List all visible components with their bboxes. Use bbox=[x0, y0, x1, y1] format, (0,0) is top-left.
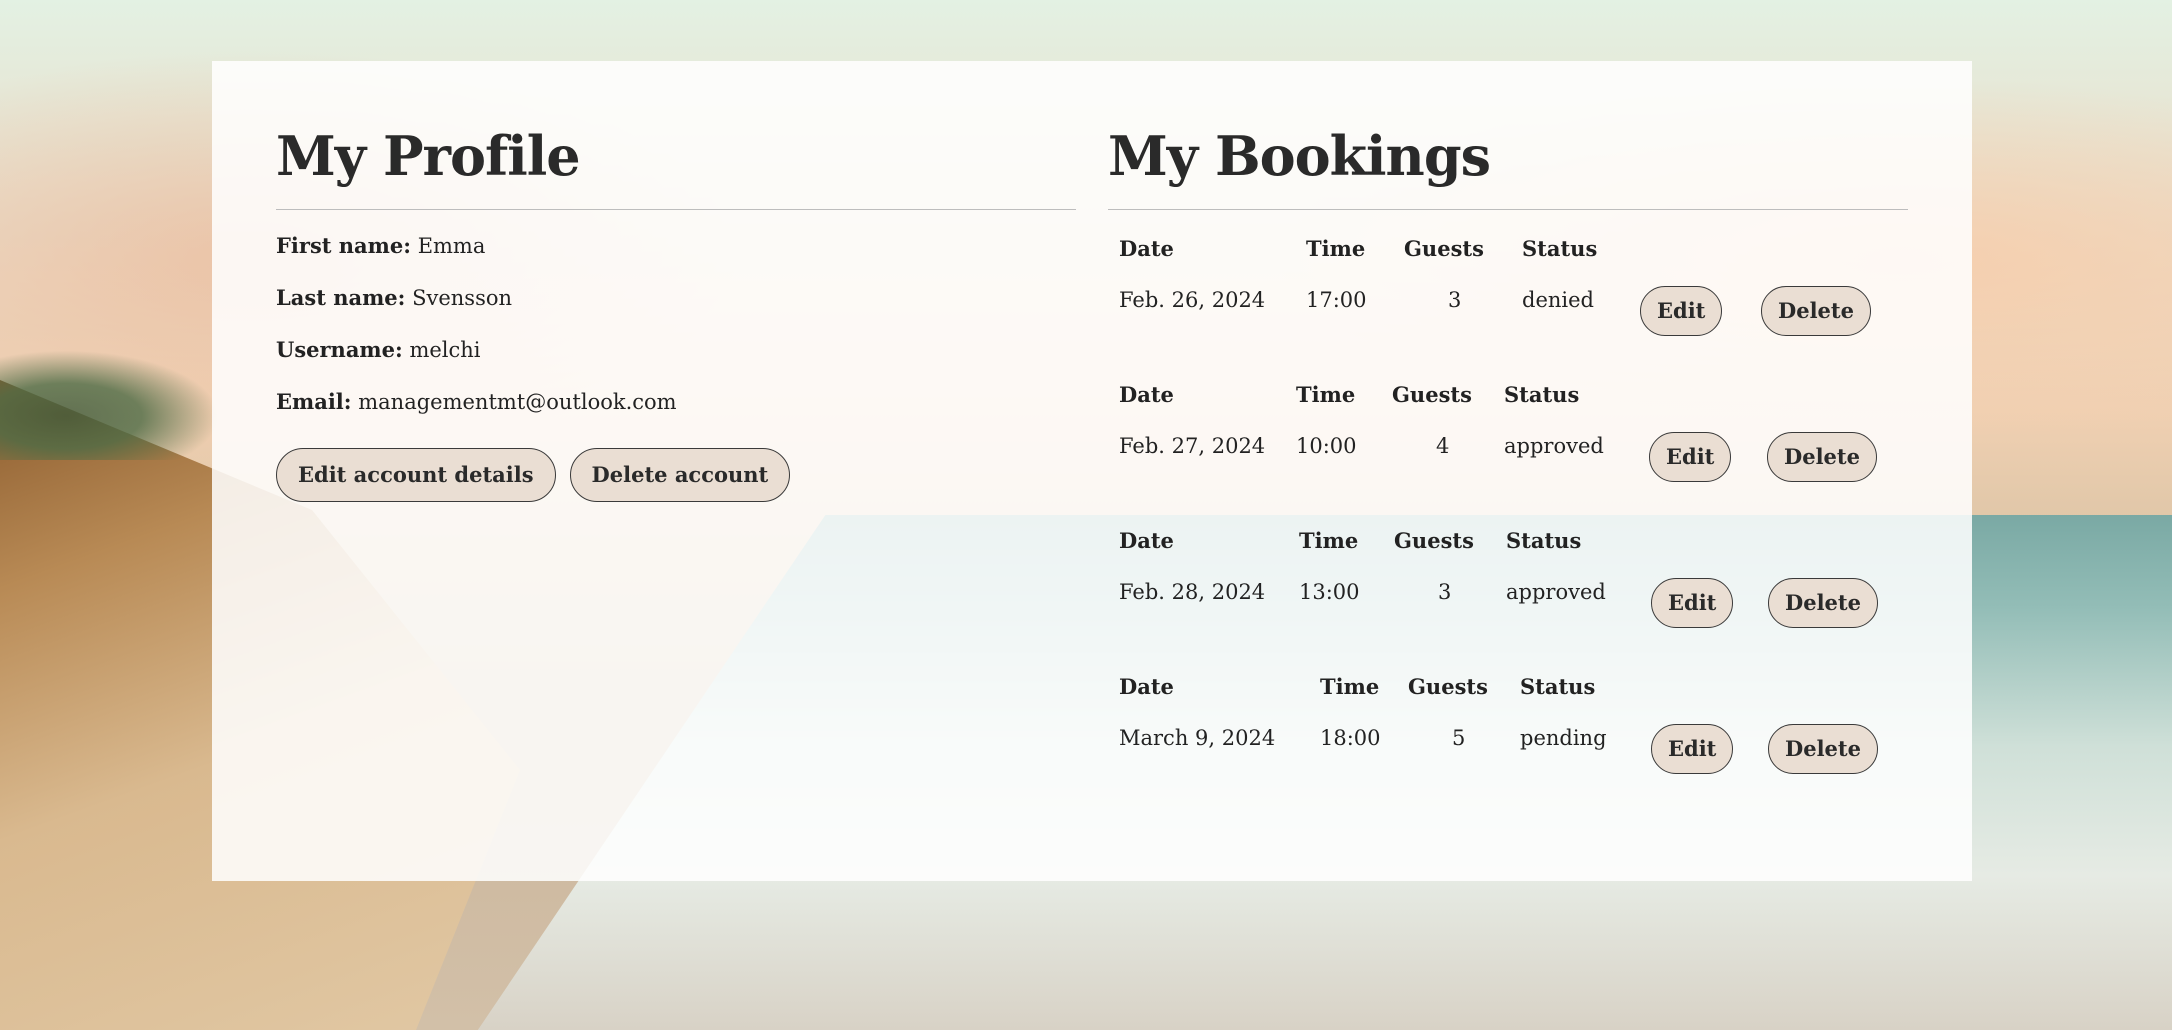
delete-booking-button[interactable]: Delete bbox=[1767, 432, 1877, 482]
last-name-value: Svensson bbox=[412, 286, 513, 310]
time-header: Time bbox=[1296, 382, 1356, 407]
edit-booking-button[interactable]: Edit bbox=[1651, 578, 1734, 628]
edit-account-button[interactable]: Edit account details bbox=[276, 448, 556, 502]
guests-header: Guests bbox=[1394, 528, 1474, 553]
date-header: Date bbox=[1119, 528, 1174, 553]
username-row: Username: melchi bbox=[276, 336, 1076, 364]
booking-status: pending bbox=[1520, 726, 1607, 750]
time-header: Time bbox=[1306, 236, 1366, 261]
guests-header: Guests bbox=[1404, 236, 1484, 261]
time-header: Time bbox=[1299, 528, 1359, 553]
delete-booking-button[interactable]: Delete bbox=[1768, 578, 1878, 628]
booking-item: Date Time Guests Status Feb. 27, 2024 10… bbox=[1108, 382, 1908, 528]
booking-date: Feb. 26, 2024 bbox=[1119, 288, 1266, 312]
status-header: Status bbox=[1506, 528, 1582, 553]
date-header: Date bbox=[1119, 382, 1174, 407]
booking-status: denied bbox=[1522, 288, 1594, 312]
username-label: Username: bbox=[276, 337, 403, 362]
delete-booking-button[interactable]: Delete bbox=[1761, 286, 1871, 336]
booking-date: March 9, 2024 bbox=[1119, 726, 1276, 750]
last-name-label: Last name: bbox=[276, 285, 406, 310]
email-label: Email: bbox=[276, 389, 352, 414]
edit-booking-button[interactable]: Edit bbox=[1649, 432, 1732, 482]
edit-booking-button[interactable]: Edit bbox=[1651, 724, 1734, 774]
status-header: Status bbox=[1520, 674, 1596, 699]
profile-actions: Edit account details Delete account bbox=[276, 448, 1076, 502]
bookings-section: My Bookings Date Time Guests Status Feb.… bbox=[1108, 61, 1908, 820]
date-header: Date bbox=[1119, 674, 1174, 699]
booking-item: Date Time Guests Status March 9, 2024 18… bbox=[1108, 674, 1908, 820]
booking-guests: 3 bbox=[1438, 580, 1452, 604]
profile-section: My Profile First name: Emma Last name: S… bbox=[276, 61, 1076, 502]
booking-time: 13:00 bbox=[1299, 580, 1360, 604]
time-header: Time bbox=[1320, 674, 1380, 699]
booking-date: Feb. 27, 2024 bbox=[1119, 434, 1266, 458]
email-value: managementmt@outlook.com bbox=[358, 390, 677, 414]
booking-date: Feb. 28, 2024 bbox=[1119, 580, 1266, 604]
bookings-title: My Bookings bbox=[1108, 61, 1908, 210]
booking-status: approved bbox=[1504, 434, 1604, 458]
booking-item: Date Time Guests Status Feb. 26, 2024 17… bbox=[1108, 236, 1908, 382]
booking-status: approved bbox=[1506, 580, 1606, 604]
last-name-row: Last name: Svensson bbox=[276, 284, 1076, 312]
edit-booking-button[interactable]: Edit bbox=[1640, 286, 1723, 336]
first-name-row: First name: Emma bbox=[276, 232, 1076, 260]
booking-time: 18:00 bbox=[1320, 726, 1381, 750]
status-header: Status bbox=[1504, 382, 1580, 407]
background-palm-trees bbox=[0, 350, 220, 460]
booking-guests: 4 bbox=[1436, 434, 1450, 458]
profile-title: My Profile bbox=[276, 61, 1076, 210]
booking-time: 10:00 bbox=[1296, 434, 1357, 458]
first-name-value: Emma bbox=[417, 234, 486, 258]
first-name-label: First name: bbox=[276, 233, 411, 258]
booking-guests: 5 bbox=[1452, 726, 1466, 750]
delete-account-button[interactable]: Delete account bbox=[569, 448, 791, 502]
content-card: My Profile First name: Emma Last name: S… bbox=[212, 61, 1972, 881]
booking-guests: 3 bbox=[1448, 288, 1462, 312]
username-value: melchi bbox=[409, 338, 481, 362]
guests-header: Guests bbox=[1408, 674, 1488, 699]
date-header: Date bbox=[1119, 236, 1174, 261]
delete-booking-button[interactable]: Delete bbox=[1768, 724, 1878, 774]
booking-item: Date Time Guests Status Feb. 28, 2024 13… bbox=[1108, 528, 1908, 674]
status-header: Status bbox=[1522, 236, 1598, 261]
booking-time: 17:00 bbox=[1306, 288, 1367, 312]
email-row: Email: managementmt@outlook.com bbox=[276, 388, 1076, 416]
guests-header: Guests bbox=[1392, 382, 1472, 407]
